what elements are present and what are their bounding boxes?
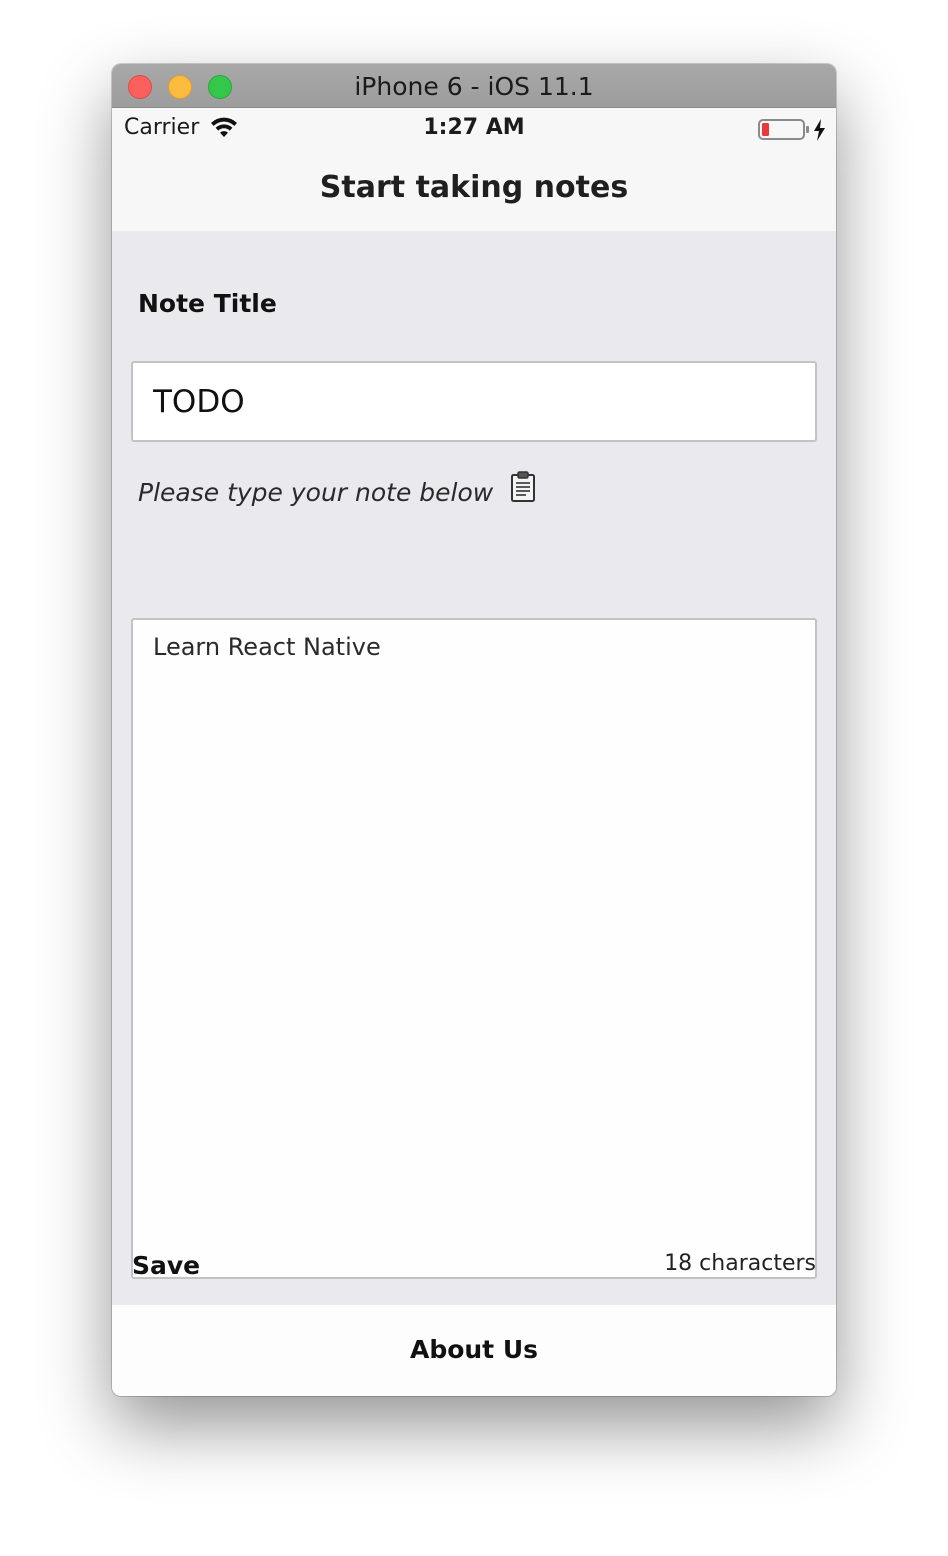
save-button[interactable]: Save	[132, 1251, 200, 1280]
simulator-window: iPhone 6 - iOS 11.1 Carrier 1:27 AM Star…	[112, 64, 836, 1396]
status-bar: Carrier 1:27 AM	[112, 108, 836, 148]
window-titlebar[interactable]: iPhone 6 - iOS 11.1	[112, 64, 836, 108]
character-count: 18 characters	[664, 1251, 816, 1276]
note-form: Note Title Please type your note below L…	[112, 231, 836, 1305]
clipboard-icon	[510, 471, 536, 508]
about-us-button[interactable]: About Us	[112, 1335, 836, 1364]
window-title: iPhone 6 - iOS 11.1	[354, 72, 594, 101]
battery-low-charging-icon	[758, 118, 828, 147]
clock: 1:27 AM	[423, 115, 525, 140]
note-hint-row: Please type your note below	[138, 471, 536, 517]
note-title-input[interactable]	[131, 361, 817, 442]
navigation-bar: Start taking notes	[112, 148, 836, 231]
note-hint-text: Please type your note below	[138, 478, 494, 507]
page-title: Start taking notes	[319, 170, 629, 205]
note-title-label: Note Title	[138, 289, 277, 318]
bottom-bar: About Us	[112, 1305, 836, 1396]
note-body-textarea[interactable]: Learn React Native	[131, 618, 817, 1279]
